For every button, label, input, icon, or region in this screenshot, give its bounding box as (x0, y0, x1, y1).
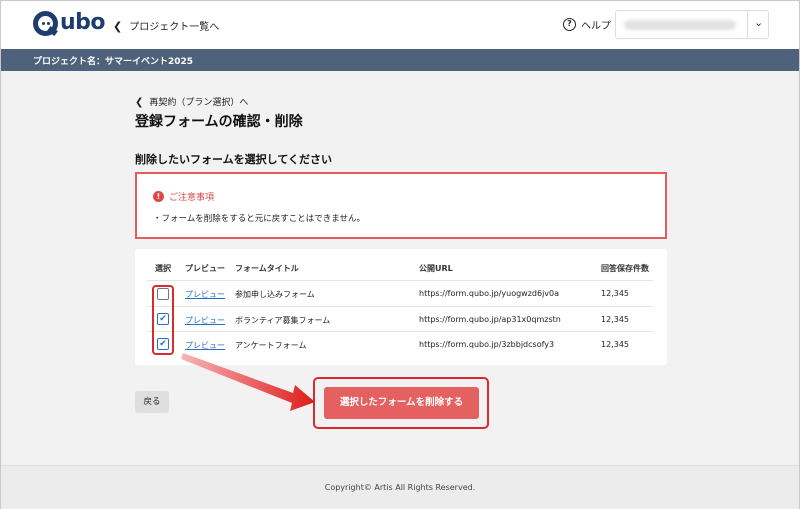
annotation-arrow (181, 353, 315, 411)
arrow-right-icon (181, 353, 315, 411)
copyright-text: Copyright© Artis All Rights Reserved. (324, 483, 476, 492)
footer: Copyright© Artis All Rights Reserved. (1, 465, 799, 509)
